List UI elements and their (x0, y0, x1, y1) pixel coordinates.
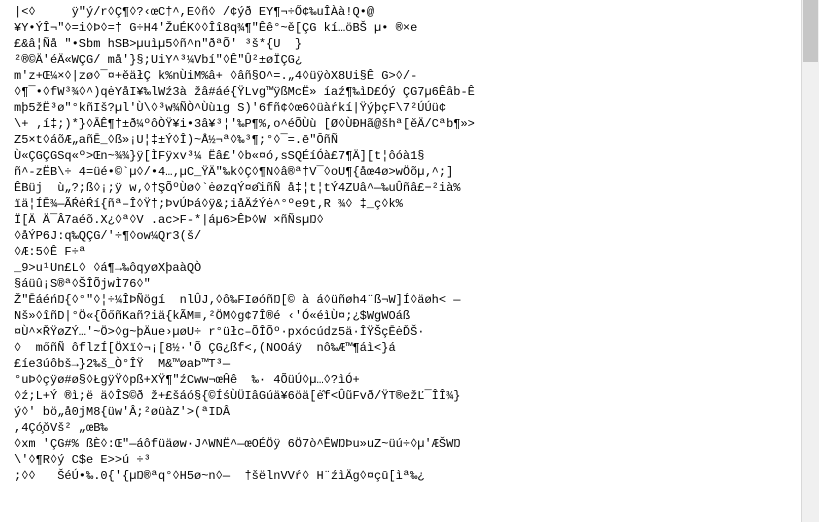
garbled-text-block: |<◊ ÿ"ý/r◊Ç¶◊?‹œC†^,E◊ñ◊ /¢ýð EY¶¬÷Ő¢‰uÎ… (14, 4, 764, 518)
scrollbar-thumb[interactable] (803, 0, 818, 62)
vertical-scrollbar[interactable] (801, 0, 819, 522)
document-page: |<◊ ÿ"ý/r◊Ç¶◊?‹œC†^,E◊ñ◊ /¢ýð EY¶¬÷Ő¢‰uÎ… (0, 0, 819, 522)
